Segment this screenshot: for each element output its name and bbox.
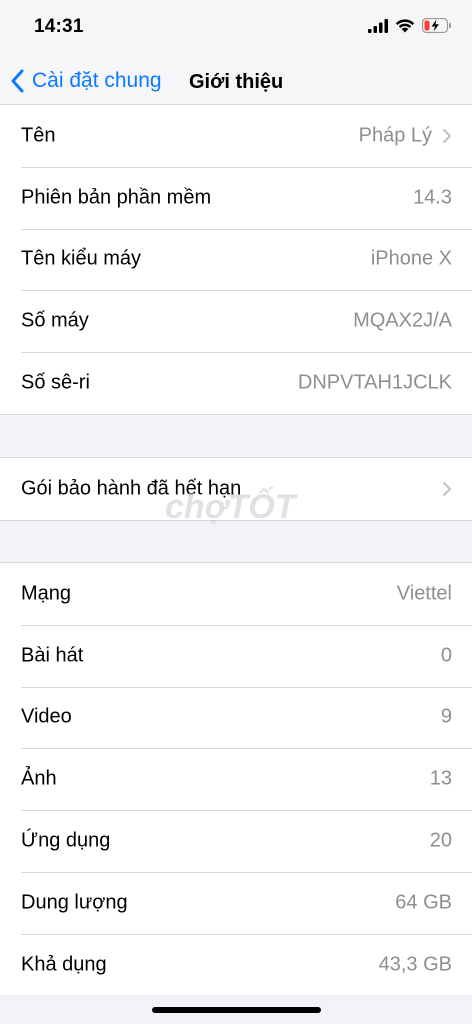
row-label: Tên <box>21 124 56 147</box>
row-value: iPhone X <box>370 247 452 270</box>
row-value: DNPVTAH1JCLK <box>297 371 452 394</box>
row-value: Viettel <box>396 582 452 605</box>
usage-group: Mạng Viettel Bài hát 0 Video 9 Ảnh 13 Ứn… <box>0 562 472 995</box>
row-label: Tên kiểu máy <box>21 247 142 270</box>
row-label: Số sê-ri <box>21 371 90 394</box>
row-label: Phiên bản phần mềm <box>21 186 212 209</box>
wifi-icon <box>395 19 415 33</box>
network-row: Mạng Viettel <box>0 563 472 625</box>
row-value: 64 GB <box>395 891 452 914</box>
row-label: Bài hát <box>21 644 84 667</box>
battery-charging-icon <box>422 18 451 33</box>
applications-row: Ứng dụng 20 <box>0 810 472 872</box>
row-label: Dung lượng <box>21 891 128 914</box>
page-title: Giới thiệu <box>189 71 284 93</box>
capacity-row: Dung lượng 64 GB <box>0 871 472 934</box>
coverage-row[interactable]: Gói bảo hành đã hết hạn <box>0 458 472 520</box>
row-value: 43,3 GB <box>378 953 452 976</box>
serial-number-row: Số sê-ri DNPVTAH1JCLK <box>0 352 472 414</box>
row-label: Ảnh <box>21 767 57 790</box>
name-row[interactable]: Tên Pháp Lý <box>0 105 472 167</box>
row-value: 0 <box>440 644 452 667</box>
row-value: 13 <box>429 767 452 790</box>
row-label: Ứng dụng <box>21 829 111 852</box>
row-value: 9 <box>440 705 452 728</box>
photos-row: Ảnh 13 <box>0 748 472 810</box>
row-label: Mạng <box>21 582 72 605</box>
row-value: 14.3 <box>413 186 452 209</box>
chevron-right-icon <box>442 481 452 496</box>
available-row: Khả dụng 43,3 GB <box>0 933 472 996</box>
row-label: Video <box>21 705 72 728</box>
status-icons <box>368 18 452 33</box>
clock: 14:31 <box>34 16 84 37</box>
software-version-row: Phiên bản phần mềm 14.3 <box>0 166 472 229</box>
row-value: MQAX2J/A <box>353 309 452 332</box>
signal-icon <box>368 18 388 33</box>
videos-row: Video 9 <box>0 686 472 749</box>
model-number-row[interactable]: Số máy MQAX2J/A <box>0 290 472 352</box>
row-label: Khả dụng <box>21 953 107 976</box>
back-label: Cài đặt chung <box>32 69 162 92</box>
chevron-right-icon <box>442 128 452 143</box>
row-label: Số máy <box>21 309 89 332</box>
chevron-left-icon <box>11 69 24 93</box>
row-value: 20 <box>429 829 452 852</box>
model-name-row: Tên kiểu máy iPhone X <box>0 228 472 291</box>
device-info-group: Tên Pháp Lý Phiên bản phần mềm 14.3 Tên … <box>0 104 472 415</box>
songs-row: Bài hát 0 <box>0 624 472 687</box>
row-label: Gói bảo hành đã hết hạn <box>21 477 242 500</box>
coverage-group: Gói bảo hành đã hết hạn <box>0 457 472 521</box>
home-indicator[interactable] <box>152 1007 321 1013</box>
back-button[interactable]: Cài đặt chung <box>10 69 162 93</box>
status-bar: 14:31 <box>0 0 472 56</box>
row-value: Pháp Lý <box>358 124 432 147</box>
